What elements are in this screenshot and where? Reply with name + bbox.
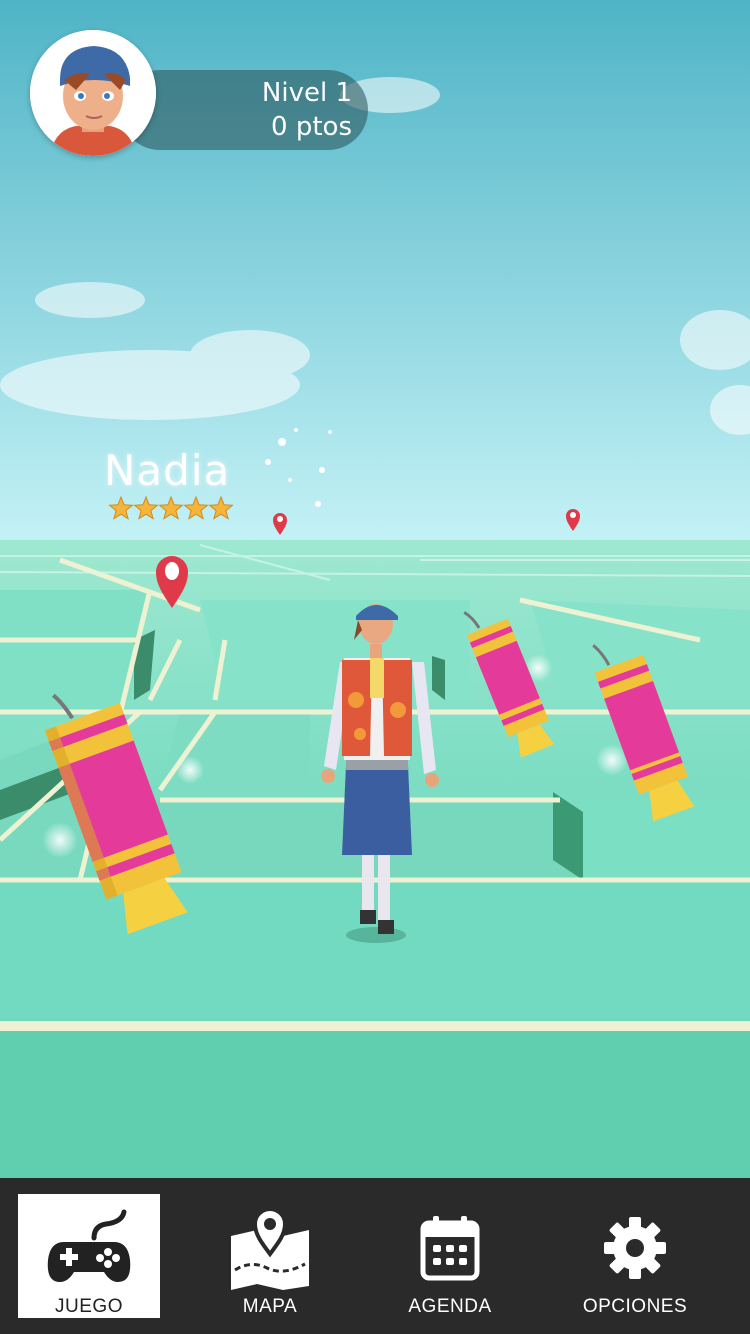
star-icon [183,495,209,520]
avatar[interactable] [30,30,156,156]
location-name[interactable]: Nadia [104,446,230,495]
player-hud[interactable]: Nivel 1 0 ptos [30,30,368,160]
nav-item-agenda[interactable]: AGENDA [360,1178,540,1334]
nav-item-juego[interactable]: JUEGO [18,1194,160,1318]
star-icon [108,495,134,520]
calendar-icon [420,1204,480,1292]
nav-label: AGENDA [408,1296,492,1317]
glow [42,822,78,858]
star-icon [208,495,234,520]
gamepad-icon [46,1204,132,1292]
star-icon [133,495,159,520]
map-icon [227,1204,313,1292]
level-label: Nivel 1 [261,78,352,108]
nav-item-mapa[interactable]: MAPA [180,1178,360,1334]
nav-item-opciones[interactable]: OPCIONES [540,1178,730,1334]
game-map-scene[interactable] [0,0,750,1180]
nav-label: OPCIONES [582,1296,688,1317]
glow [176,756,204,784]
location-rating [108,494,238,526]
gear-icon [603,1204,667,1292]
star-icon [158,495,184,520]
nav-label: MAPA [242,1296,298,1317]
points-label: 0 ptos [271,112,352,142]
bottom-nav: JUEGO MAPA AGENDA OPCIONES [0,1178,750,1334]
level-panel: Nivel 1 0 ptos [120,70,368,150]
avatar-portrait [30,30,156,156]
nav-label: JUEGO [55,1296,123,1317]
